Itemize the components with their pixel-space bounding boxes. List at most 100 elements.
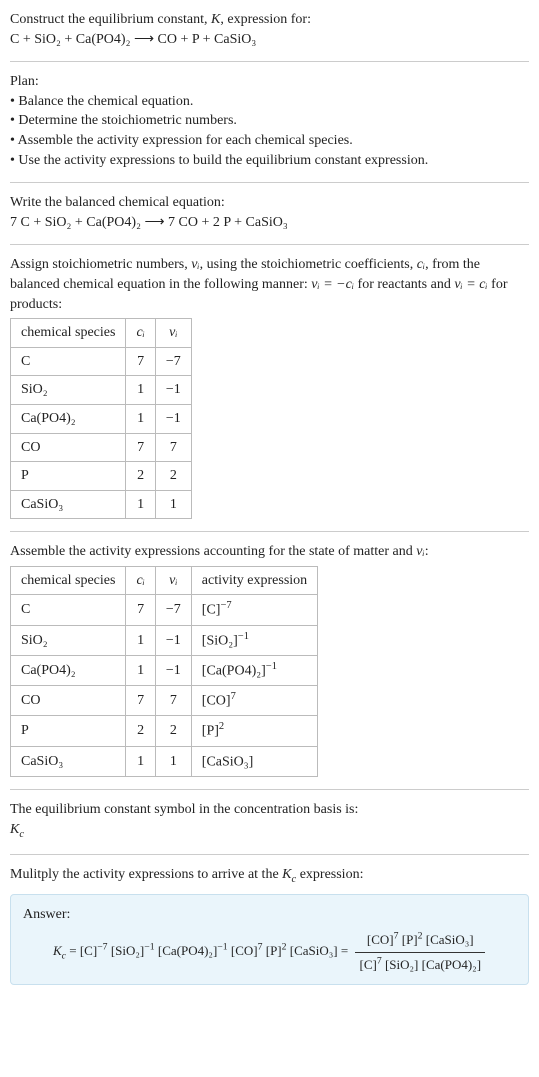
- term: [C]−7: [80, 943, 108, 958]
- cell: 7: [155, 433, 191, 462]
- cell: 1: [126, 404, 155, 433]
- cell: 1: [155, 490, 191, 519]
- act-base: [SiO₂]: [202, 633, 238, 648]
- term-exp: −1: [144, 942, 154, 953]
- term: [P]2: [266, 943, 287, 958]
- term-base: [CO]: [367, 932, 394, 947]
- activity-block: Assemble the activity expressions accoun…: [10, 542, 529, 777]
- term-base: [P]: [266, 943, 282, 958]
- term-exp: −1: [217, 942, 227, 953]
- table-row: Ca(PO4)₂1−1: [11, 404, 192, 433]
- cell: 7: [126, 347, 155, 376]
- cell: [C]−7: [191, 595, 317, 625]
- term-exp: 2: [282, 942, 287, 953]
- term: [CO]7: [231, 943, 263, 958]
- balanced-block: Write the balanced chemical equation: 7 …: [10, 193, 529, 232]
- table-row: P22[P]2: [11, 716, 318, 746]
- stoich-intro: Assign stoichiometric numbers, νᵢ, using…: [10, 255, 529, 314]
- numerator: [CO]7 [P]2 [CaSiO₃]: [355, 930, 485, 953]
- term: [Ca(PO4)₂]−1: [158, 943, 228, 958]
- term-base: [P]: [402, 932, 418, 947]
- act-exp: 2: [219, 721, 224, 732]
- cell: 2: [126, 716, 155, 746]
- nu-i: νᵢ: [416, 544, 424, 559]
- act-base: [Ca(PO4)₂]: [202, 664, 266, 679]
- act-base: [P]: [202, 724, 219, 739]
- prompt-line: Construct the equilibrium constant, K, e…: [10, 10, 529, 30]
- k-symbol: K: [211, 12, 220, 27]
- table-row: CO77[CO]7: [11, 686, 318, 716]
- cell: C: [11, 595, 126, 625]
- cell: 1: [126, 490, 155, 519]
- term: [CO]7: [367, 932, 399, 947]
- cell: C: [11, 347, 126, 376]
- divider: [10, 61, 529, 62]
- col-vi: νᵢ: [155, 566, 191, 595]
- col-activity: activity expression: [191, 566, 317, 595]
- col-vi: νᵢ: [155, 319, 191, 348]
- equals: =: [341, 943, 352, 958]
- table-row: C7−7[C]−7: [11, 595, 318, 625]
- term-base: [C]: [80, 943, 97, 958]
- col-species: chemical species: [11, 566, 126, 595]
- term-base: [Ca(PO4)₂]: [158, 943, 217, 958]
- term-base: [CO]: [231, 943, 258, 958]
- term-exp: 7: [258, 942, 263, 953]
- act-exp: −1: [238, 631, 249, 642]
- term-base: [SiO₂]: [111, 943, 144, 958]
- term-base: [CaSiO₃]: [290, 943, 338, 958]
- table-row: CaSiO₃11: [11, 490, 192, 519]
- answer-label: Answer:: [23, 905, 516, 925]
- cell: 1: [126, 746, 155, 776]
- text: Assign stoichiometric numbers,: [10, 257, 191, 272]
- term-exp: 7: [394, 931, 399, 942]
- nu-rel-react: νᵢ = −cᵢ: [311, 277, 354, 292]
- denominator: [C]7 [SiO₂] [Ca(PO4)₂]: [355, 953, 485, 975]
- plan-item: • Balance the chemical equation.: [10, 92, 529, 112]
- cell: Ca(PO4)₂: [11, 655, 126, 685]
- cell: −7: [155, 347, 191, 376]
- table-row: Ca(PO4)₂1−1[Ca(PO4)₂]−1: [11, 655, 318, 685]
- k-base: K: [10, 822, 19, 837]
- nu-i: νᵢ: [191, 257, 199, 272]
- cell: 2: [155, 716, 191, 746]
- term: [P]2: [402, 932, 423, 947]
- term-base: [Ca(PO4)₂]: [422, 957, 481, 972]
- cell: 2: [126, 462, 155, 491]
- cell: 7: [126, 595, 155, 625]
- divider: [10, 789, 529, 790]
- act-base: [C]: [202, 603, 221, 618]
- cell: 1: [155, 746, 191, 776]
- cell: −7: [155, 595, 191, 625]
- answer-box: Answer: Kc = [C]−7 [SiO₂]−1 [Ca(PO4)₂]−1…: [10, 894, 529, 986]
- cell: −1: [155, 655, 191, 685]
- balanced-equation: 7 C + SiO₂ + Ca(PO4)₂ ⟶ 7 CO + 2 P + CaS…: [10, 213, 529, 233]
- term-base: [C]: [359, 957, 376, 972]
- term-base: [CaSiO₃]: [426, 932, 474, 947]
- table-row: SiO₂1−1[SiO₂]−1: [11, 625, 318, 655]
- cell: −1: [155, 376, 191, 405]
- act-exp: −7: [220, 600, 231, 611]
- term-exp: 7: [377, 956, 382, 967]
- col-species: chemical species: [11, 319, 126, 348]
- equals: =: [69, 943, 80, 958]
- activity-table: chemical species cᵢ νᵢ activity expressi…: [10, 566, 318, 777]
- divider: [10, 531, 529, 532]
- term: [C]7: [359, 957, 381, 972]
- plan-item: • Use the activity expressions to build …: [10, 151, 529, 171]
- symbol-block: The equilibrium constant symbol in the c…: [10, 800, 529, 842]
- term-exp: −7: [97, 942, 107, 953]
- divider: [10, 854, 529, 855]
- act-exp: 7: [231, 691, 236, 702]
- cell: −1: [155, 625, 191, 655]
- cell: CaSiO₃: [11, 746, 126, 776]
- cell: CaSiO₃: [11, 490, 126, 519]
- text: :: [425, 544, 429, 559]
- cell: [CaSiO₃]: [191, 746, 317, 776]
- term: [CaSiO₃]: [290, 943, 338, 958]
- terms: [C]−7 [SiO₂]−1 [Ca(PO4)₂]−1 [CO]7 [P]2 […: [80, 943, 341, 958]
- cell: 1: [126, 625, 155, 655]
- fraction: [CO]7 [P]2 [CaSiO₃] [C]7 [SiO₂] [Ca(PO4)…: [355, 930, 485, 974]
- cell: SiO₂: [11, 376, 126, 405]
- plan-block: Plan: • Balance the chemical equation. •…: [10, 72, 529, 170]
